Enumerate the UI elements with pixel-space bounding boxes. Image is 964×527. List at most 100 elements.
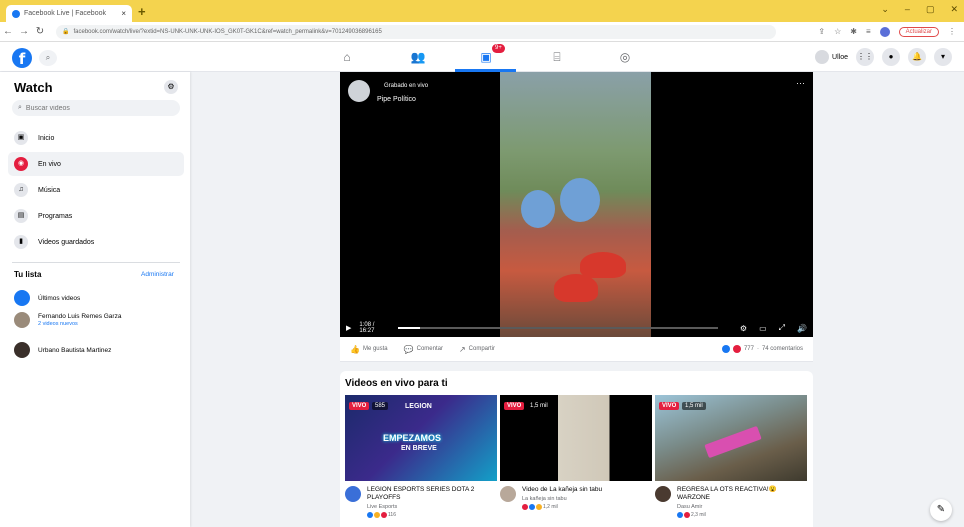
settings-gear-icon[interactable]: ⚙ <box>164 80 178 94</box>
profile-chip[interactable]: Ulloe <box>815 50 848 64</box>
like-button[interactable]: 👍 Me gusta <box>350 345 388 354</box>
miniplayer-icon[interactable]: ▭ <box>759 324 767 333</box>
live-video-card[interactable]: VIVO 1,5 mil Video de La kañeja sin tabu… <box>500 395 652 510</box>
close-window-icon[interactable]: ✕ <box>950 4 958 15</box>
video-detail <box>580 252 626 278</box>
address-bar-row: ← → ↻ 🔒 facebook.com/watch/live/?extid=N… <box>0 22 964 42</box>
live-videos-section: Videos en vivo para ti VIVO 585 LEGION E… <box>340 371 813 527</box>
account-dropdown-icon[interactable]: ▾ <box>934 48 952 66</box>
card-channel[interactable]: La kañeja sin tabu <box>522 496 602 502</box>
new-message-icon[interactable]: ✎ <box>930 499 952 521</box>
menu-icon[interactable]: ⋮ <box>948 27 956 36</box>
love-reaction-icon <box>732 345 741 353</box>
facebook-logo[interactable]: f <box>12 48 32 68</box>
card-info: Video de La kañeja sin tabu La kañeja si… <box>500 481 652 510</box>
card-title[interactable]: Video de La kañeja sin tabu <box>522 486 602 494</box>
watch-badge: 9+ <box>492 44 505 53</box>
minimize-icon[interactable]: – <box>905 4 910 15</box>
volume-icon[interactable]: 🔊 <box>797 324 807 333</box>
browser-tab-strip: Facebook Live | Facebook × + ⌄ – ▢ ✕ <box>0 0 964 22</box>
comment-button[interactable]: 💬 Comentar <box>404 345 443 354</box>
channel-avatar[interactable] <box>348 80 370 102</box>
settings-gear-icon[interactable]: ⚙ <box>740 324 747 333</box>
viewer-count: 585 <box>372 402 389 410</box>
new-tab-button[interactable]: + <box>138 4 146 19</box>
gaming-nav-icon[interactable]: ◎ <box>614 48 636 66</box>
progress-bar[interactable] <box>398 327 718 329</box>
tab-title: Facebook Live | Facebook <box>24 10 106 17</box>
sidebar-item-en-vivo[interactable]: ◉ En vivo <box>8 152 184 176</box>
sidebar-item-musica[interactable]: ♫ Música <box>8 178 184 202</box>
card-title[interactable]: LEGION ESPORTS SERIES DOTA 2 PLAYOFFS <box>367 486 497 502</box>
avatar[interactable] <box>655 486 671 502</box>
watch-sidebar: Watch ⚙ ⌕ ▣ Inicio ◉ En vivo ♫ Música ▤ … <box>0 72 190 527</box>
profile-avatar[interactable] <box>879 26 890 37</box>
saved-icon: ▮ <box>14 235 28 249</box>
video-thumbnail[interactable]: VIVO 585 LEGION EMPEZAMOS EN BREVE <box>345 395 497 481</box>
search-icon[interactable]: ⌕ <box>39 50 57 66</box>
fullscreen-icon[interactable]: ⤢ <box>779 323 785 333</box>
separator: · <box>756 346 759 352</box>
menu-grid-icon[interactable]: ⋮⋮ <box>856 48 874 66</box>
like-label: Me gusta <box>362 346 388 352</box>
comment-label: Comentar <box>416 346 443 352</box>
video-search[interactable]: ⌕ <box>12 100 180 116</box>
weapon-graphic <box>704 425 762 459</box>
tab-search-icon[interactable]: ⌄ <box>881 4 889 15</box>
live-video-card[interactable]: VIVO 585 LEGION EMPEZAMOS EN BREVE LEGIO… <box>345 395 497 518</box>
card-channel[interactable]: Live Esports <box>367 504 497 510</box>
home-nav-icon[interactable]: ⌂ <box>336 48 358 66</box>
reading-list-icon[interactable]: ≡ <box>866 27 871 36</box>
section-title: Videos en vivo para ti <box>345 378 448 389</box>
extensions-icon[interactable]: ✱ <box>850 27 857 36</box>
maximize-icon[interactable]: ▢ <box>926 4 935 15</box>
love-reaction-icon <box>684 512 690 518</box>
share-page-icon[interactable]: ⇪ <box>818 27 825 36</box>
sidebar-item-videos-guardados[interactable]: ▮ Videos guardados <box>8 230 184 254</box>
video-player[interactable]: Grabado en vivo Pipe Político ··· ▶ 1:08… <box>340 72 813 337</box>
search-input[interactable] <box>25 104 166 112</box>
sidebar-item-programas[interactable]: ▤ Programas <box>8 204 184 228</box>
browser-tab[interactable]: Facebook Live | Facebook × <box>6 5 132 22</box>
messenger-icon[interactable]: ● <box>882 48 900 66</box>
sidebar-item-inicio[interactable]: ▣ Inicio <box>8 126 184 150</box>
back-icon[interactable]: ← <box>0 26 16 37</box>
card-title[interactable]: REGRESA LA OTS REACTIVA!😮 WARZONE <box>677 486 807 502</box>
friends-nav-icon[interactable]: 👥 <box>407 48 429 66</box>
list-item[interactable]: Fernando Luis Remes Garza 2 videos nuevo… <box>14 312 121 328</box>
more-options-icon[interactable]: ··· <box>796 78 805 88</box>
like-reaction-icon <box>677 512 683 518</box>
channel-name[interactable]: Pipe Político <box>377 96 416 103</box>
url-field[interactable]: 🔒 facebook.com/watch/live/?extid=NS-UNK-… <box>56 24 776 39</box>
sidebar-item-label: Música <box>38 186 61 194</box>
reload-icon[interactable]: ↻ <box>32 26 48 37</box>
avatar[interactable] <box>500 486 516 502</box>
recorded-label: Grabado en vivo <box>384 83 429 89</box>
list-item-sub: 2 videos nuevos <box>38 321 78 327</box>
update-button[interactable]: Actualizar <box>898 26 939 37</box>
reactions-summary[interactable]: 777 · 74 comentarios <box>721 345 803 353</box>
list-item-label: Fernando Luis Remes Garza <box>38 313 122 320</box>
share-button[interactable]: ↗ Compartir <box>459 345 495 354</box>
reaction-count: 1,2 mil <box>543 504 558 510</box>
bookmark-star-icon[interactable]: ☆ <box>834 27 841 36</box>
user-name: Ulloe <box>832 53 848 61</box>
manage-link[interactable]: Administrar <box>141 271 174 278</box>
list-item[interactable]: Urbano Bautista Martinez <box>14 342 111 358</box>
latest-videos-icon <box>14 290 30 306</box>
list-item[interactable]: Últimos videos <box>14 290 80 306</box>
video-thumbnail[interactable]: VIVO 1,5 mil <box>655 395 807 481</box>
sidebar-item-label: Videos guardados <box>38 238 95 246</box>
avatar[interactable] <box>345 486 361 502</box>
love-reaction-icon <box>381 512 387 518</box>
notifications-icon[interactable]: 🔔 <box>908 48 926 66</box>
video-thumbnail[interactable]: VIVO 1,5 mil <box>500 395 652 481</box>
marketplace-nav-icon[interactable]: ⌸ <box>546 48 568 66</box>
card-channel[interactable]: Dasu Amir <box>677 504 807 510</box>
tab-close-icon[interactable]: × <box>121 9 126 18</box>
forward-icon[interactable]: → <box>16 26 32 37</box>
play-icon[interactable]: ▶ <box>346 324 351 332</box>
like-reaction-icon <box>721 345 730 353</box>
share-label: Compartir <box>468 346 496 352</box>
live-video-card[interactable]: VIVO 1,5 mil REGRESA LA OTS REACTIVA!😮 W… <box>655 395 807 518</box>
